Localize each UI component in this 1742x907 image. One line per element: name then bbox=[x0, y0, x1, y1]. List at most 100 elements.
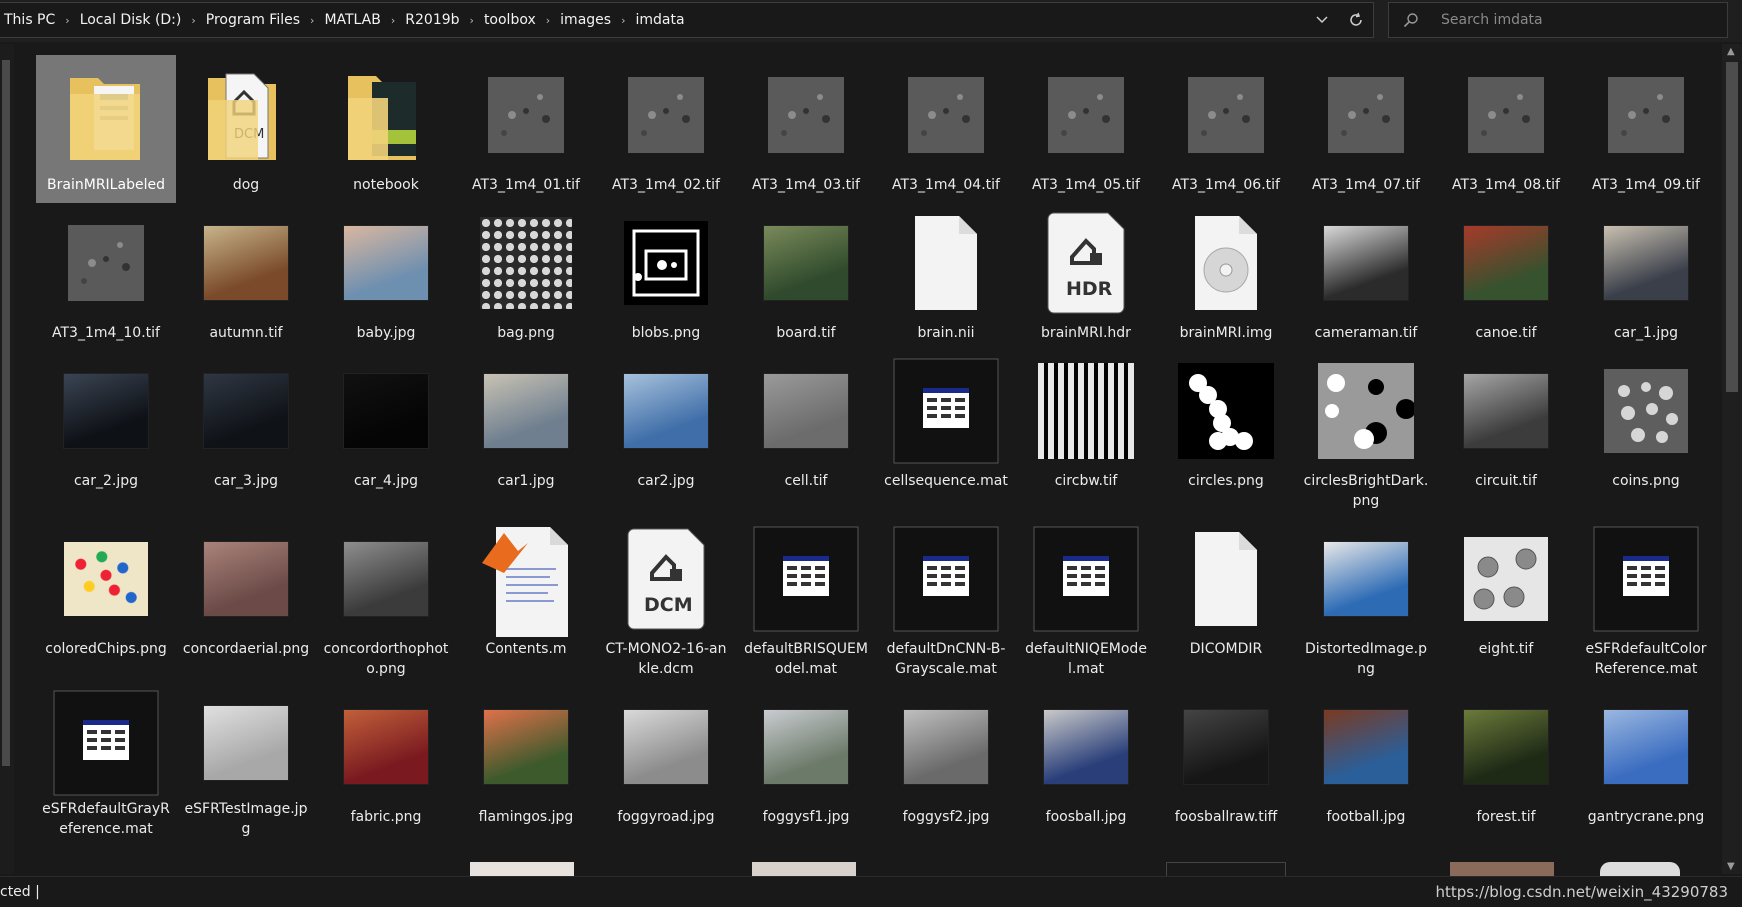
vertical-scrollbar[interactable]: ▲ ▼ bbox=[1722, 44, 1742, 874]
search-input[interactable] bbox=[1439, 11, 1727, 29]
scroll-up-arrow-icon[interactable]: ▲ bbox=[1727, 46, 1735, 57]
file-item[interactable]: football.jpg bbox=[1296, 687, 1436, 845]
file-item[interactable]: AT3_1m4_08.tif bbox=[1436, 55, 1576, 203]
file-thumbnail-icon bbox=[1016, 351, 1156, 471]
file-item[interactable]: defaultNIQEModel.mat bbox=[1016, 519, 1156, 687]
file-item[interactable]: foggysf1.jpg bbox=[736, 687, 876, 845]
file-item[interactable]: concordaerial.png bbox=[176, 519, 316, 687]
file-item[interactable]: autumn.tif bbox=[176, 203, 316, 351]
file-item[interactable]: circbw.tif bbox=[1016, 351, 1156, 519]
file-name-label: circles.png bbox=[1188, 473, 1264, 489]
chevron-right-icon[interactable]: › bbox=[540, 14, 556, 27]
scroll-down-arrow-icon[interactable]: ▼ bbox=[1727, 861, 1735, 872]
file-item[interactable]: gantrycrane.png bbox=[1576, 687, 1712, 845]
file-item[interactable]: car_3.jpg bbox=[176, 351, 316, 519]
file-item[interactable]: car_1.jpg bbox=[1576, 203, 1712, 351]
file-item[interactable]: baby.jpg bbox=[316, 203, 456, 351]
file-name-label: eSFRdefaultGrayReference.mat bbox=[42, 801, 170, 837]
address-toolbar: This PC › Local Disk (D:) › Program Files › MA… bbox=[0, 0, 1742, 42]
file-list-view: BrainMRILabeled DCM dog notebook AT3_1m4_01.… bbox=[36, 55, 1712, 877]
file-item[interactable]: DistortedImage.png bbox=[1296, 519, 1436, 687]
chevron-right-icon[interactable]: › bbox=[304, 14, 320, 27]
file-item[interactable]: brain.nii bbox=[876, 203, 1016, 351]
chevron-right-icon[interactable]: › bbox=[615, 14, 631, 27]
navigation-pane-scrollbar[interactable] bbox=[0, 44, 14, 874]
file-item[interactable]: circuit.tif bbox=[1436, 351, 1576, 519]
file-item[interactable]: car1.jpg bbox=[456, 351, 596, 519]
file-item[interactable]: defaultDnCNN-B-Grayscale.mat bbox=[876, 519, 1016, 687]
address-bar[interactable]: This PC › Local Disk (D:) › Program Files › MA… bbox=[0, 2, 1374, 38]
file-item[interactable]: HDR brainMRI.hdr bbox=[1016, 203, 1156, 351]
file-item[interactable]: cellsequence.mat bbox=[876, 351, 1016, 519]
file-item[interactable]: forest.tif bbox=[1436, 687, 1576, 845]
file-item[interactable]: coloredChips.png bbox=[36, 519, 176, 687]
file-item[interactable]: AT3_1m4_07.tif bbox=[1296, 55, 1436, 203]
file-item[interactable]: car_2.jpg bbox=[36, 351, 176, 519]
chevron-right-icon[interactable]: › bbox=[385, 14, 401, 27]
file-name-label: football.jpg bbox=[1326, 809, 1406, 825]
file-item[interactable]: AT3_1m4_04.tif bbox=[876, 55, 1016, 203]
breadcrumb-item[interactable]: Local Disk (D:) bbox=[76, 12, 186, 28]
file-item[interactable]: eSFRdefaultColorReference.mat bbox=[1576, 519, 1712, 687]
image-thumbnail bbox=[1604, 710, 1688, 784]
file-item[interactable]: Contents.m bbox=[456, 519, 596, 687]
breadcrumb-item[interactable]: R2019b bbox=[401, 12, 463, 28]
breadcrumb-item[interactable]: Program Files bbox=[202, 12, 304, 28]
file-item[interactable]: cameraman.tif bbox=[1296, 203, 1436, 351]
file-name-label: brainMRI.hdr bbox=[1041, 325, 1131, 341]
file-item[interactable]: eSFRdefaultGrayReference.mat bbox=[36, 687, 176, 845]
scrollbar-thumb[interactable] bbox=[2, 60, 10, 766]
file-item[interactable]: defaultBRISQUEModel.mat bbox=[736, 519, 876, 687]
breadcrumb-item[interactable]: images bbox=[556, 12, 615, 28]
file-item[interactable]: concordorthophoto.png bbox=[316, 519, 456, 687]
file-item[interactable]: eSFRTestImage.jpg bbox=[176, 687, 316, 845]
chevron-right-icon[interactable]: › bbox=[59, 14, 75, 27]
file-item[interactable]: car_4.jpg bbox=[316, 351, 456, 519]
file-item[interactable]: flamingos.jpg bbox=[456, 687, 596, 845]
file-item[interactable]: AT3_1m4_01.tif bbox=[456, 55, 596, 203]
file-item[interactable]: circlesBrightDark.png bbox=[1296, 351, 1436, 519]
file-item[interactable]: AT3_1m4_02.tif bbox=[596, 55, 736, 203]
file-item[interactable]: board.tif bbox=[736, 203, 876, 351]
chevron-right-icon[interactable]: › bbox=[464, 14, 480, 27]
file-item[interactable]: cell.tif bbox=[736, 351, 876, 519]
scrollbar-thumb[interactable] bbox=[1726, 62, 1738, 392]
folder-item[interactable]: DCM dog bbox=[176, 55, 316, 203]
history-dropdown-button[interactable] bbox=[1305, 3, 1339, 37]
breadcrumb-item[interactable]: This PC bbox=[0, 12, 59, 28]
file-item[interactable]: foggyroad.jpg bbox=[596, 687, 736, 845]
file-item[interactable]: foggysf2.jpg bbox=[876, 687, 1016, 845]
folder-item[interactable]: BrainMRILabeled bbox=[36, 55, 176, 203]
file-item[interactable]: coins.png bbox=[1576, 351, 1712, 519]
file-item[interactable]: DICOMDIR bbox=[1156, 519, 1296, 687]
file-name-label: cameraman.tif bbox=[1314, 325, 1418, 341]
file-item[interactable]: AT3_1m4_09.tif bbox=[1576, 55, 1712, 203]
breadcrumb-item[interactable]: MATLAB bbox=[320, 12, 384, 28]
file-item[interactable]: foosball.jpg bbox=[1016, 687, 1156, 845]
file-item[interactable]: blobs.png bbox=[596, 203, 736, 351]
breadcrumb-item[interactable]: imdata bbox=[631, 12, 688, 28]
image-thumbnail bbox=[1464, 710, 1548, 784]
file-item[interactable]: foosballraw.tiff bbox=[1156, 687, 1296, 845]
file-item[interactable]: circles.png bbox=[1156, 351, 1296, 519]
file-item[interactable]: AT3_1m4_10.tif bbox=[36, 203, 176, 351]
file-item[interactable]: AT3_1m4_03.tif bbox=[736, 55, 876, 203]
file-name-label: foosballraw.tiff bbox=[1174, 809, 1278, 825]
folder-item[interactable]: notebook bbox=[316, 55, 456, 203]
chevron-right-icon[interactable]: › bbox=[185, 14, 201, 27]
file-item[interactable]: car2.jpg bbox=[596, 351, 736, 519]
image-thumbnail bbox=[344, 226, 428, 300]
breadcrumb-item[interactable]: toolbox bbox=[480, 12, 540, 28]
file-item[interactable]: AT3_1m4_05.tif bbox=[1016, 55, 1156, 203]
file-name-label: AT3_1m4_08.tif bbox=[1452, 177, 1560, 193]
file-name-label: circlesBrightDark.png bbox=[1303, 473, 1429, 509]
file-item[interactable]: eight.tif bbox=[1436, 519, 1576, 687]
refresh-button[interactable] bbox=[1339, 3, 1373, 37]
file-item[interactable]: bag.png bbox=[456, 203, 596, 351]
file-item[interactable]: DCM CT-MONO2-16-ankle.dcm bbox=[596, 519, 736, 687]
file-item[interactable]: fabric.png bbox=[316, 687, 456, 845]
file-item[interactable]: AT3_1m4_06.tif bbox=[1156, 55, 1296, 203]
file-item[interactable]: brainMRI.img bbox=[1156, 203, 1296, 351]
file-item[interactable]: canoe.tif bbox=[1436, 203, 1576, 351]
search-box[interactable] bbox=[1388, 2, 1728, 38]
